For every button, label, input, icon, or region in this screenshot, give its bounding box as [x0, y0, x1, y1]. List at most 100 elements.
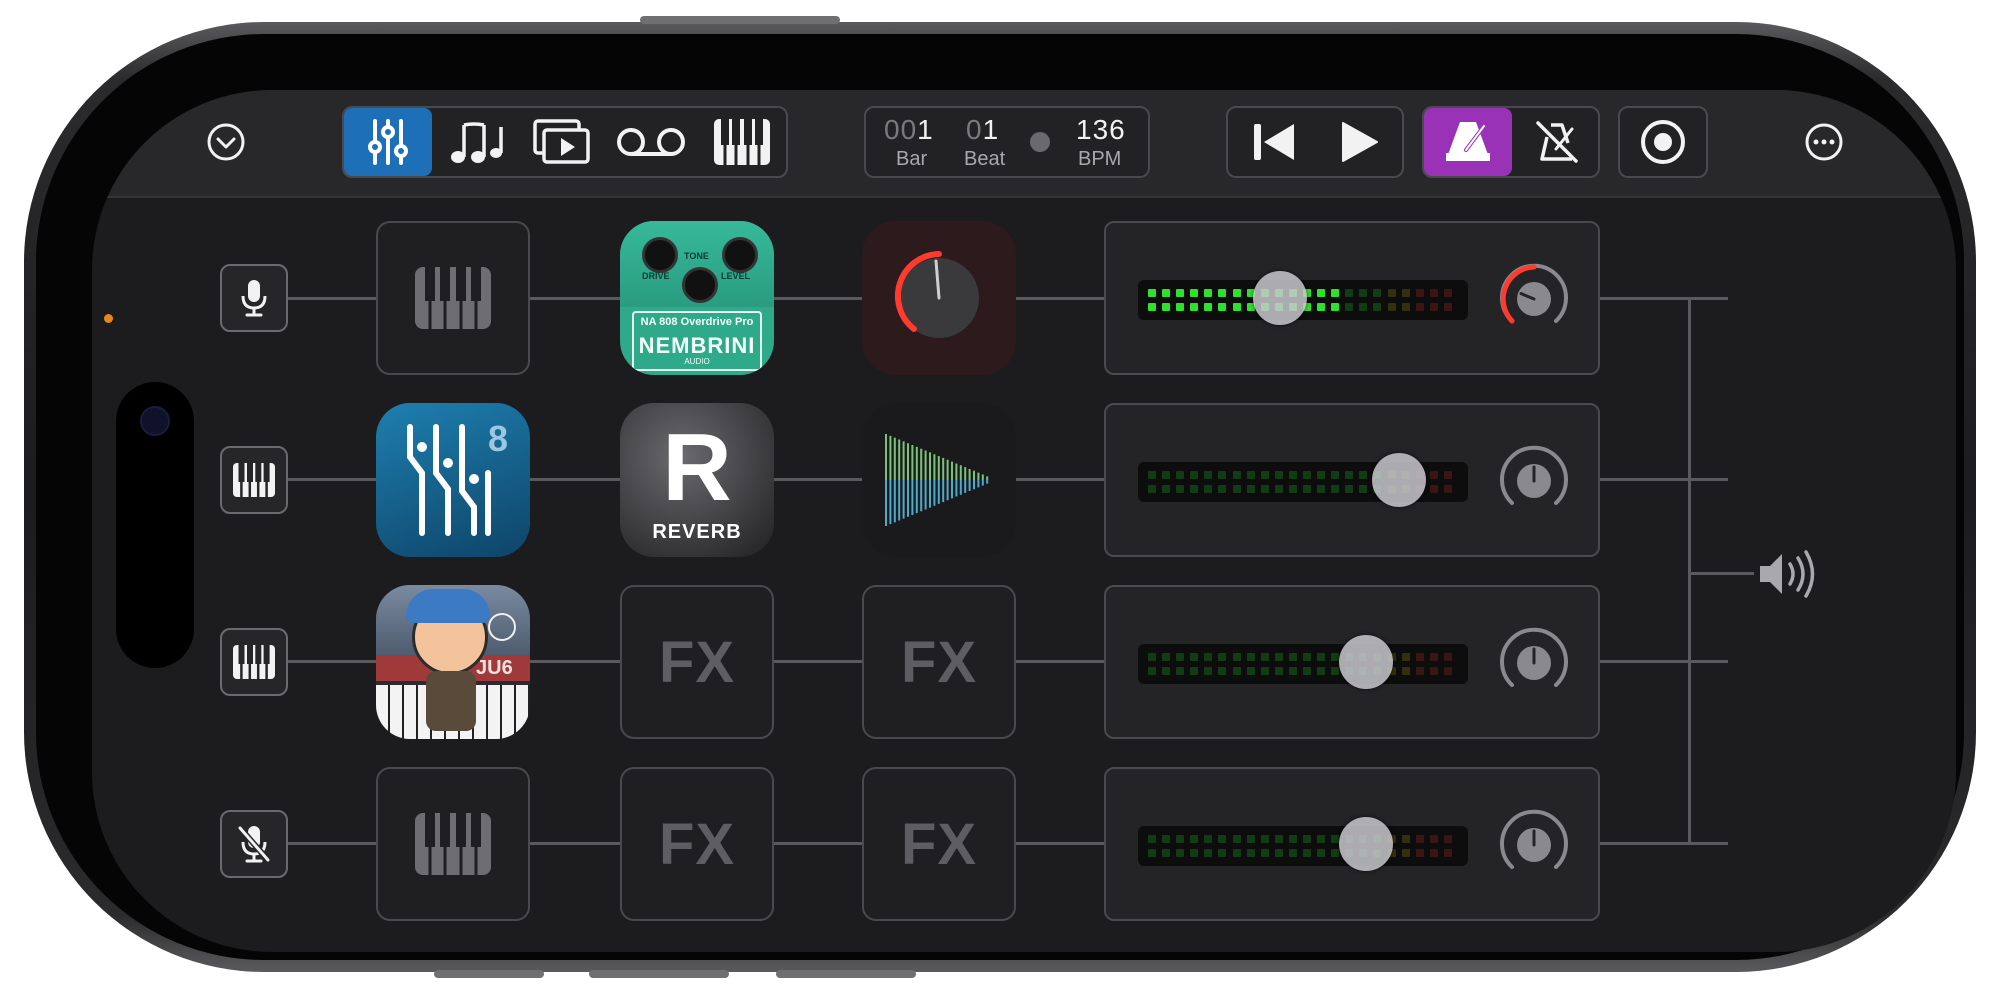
- overdrive-brand-sub: AUDIO: [684, 357, 710, 366]
- meter-segment: [1288, 471, 1297, 479]
- meter-segment: [1401, 849, 1410, 857]
- track-4-pan-knob[interactable]: [1496, 807, 1572, 888]
- track-2-instrument-synth8[interactable]: 8: [376, 403, 530, 557]
- drive-label: DRIVE: [642, 271, 670, 281]
- metronome-mute-button[interactable]: [1516, 108, 1598, 176]
- track-3-level-meter: [1138, 644, 1468, 684]
- meter-segment: [1317, 849, 1326, 857]
- metronome-button[interactable]: [1424, 108, 1512, 176]
- rewind-button[interactable]: [1234, 108, 1314, 176]
- track-3-pan-knob[interactable]: [1496, 625, 1572, 706]
- track-3-input-button[interactable]: [220, 628, 288, 696]
- meter-segment: [1345, 289, 1354, 297]
- meter-segment: [1429, 471, 1438, 479]
- meter-segment: [1204, 653, 1213, 661]
- sliders-icon: [368, 119, 408, 165]
- meter-segment: [1401, 303, 1410, 311]
- track-2-pan-knob[interactable]: [1496, 443, 1572, 524]
- bpm-label: BPM: [1078, 148, 1122, 170]
- track-1-fx1-overdrive[interactable]: TONE DRIVE LEVEL NA 808 Overdrive Pro NE…: [620, 221, 774, 375]
- meter-segment: [1429, 667, 1438, 675]
- media-view-button[interactable]: [520, 108, 604, 176]
- track-3-instrument-ju6[interactable]: JU6: [376, 585, 530, 739]
- meter-segment: [1401, 289, 1410, 297]
- track-4-mixer-strip: [1104, 767, 1600, 921]
- view-switcher: [342, 106, 788, 178]
- track-3-fx2-slot[interactable]: FX: [862, 585, 1016, 739]
- track-3-fx1-slot[interactable]: FX: [620, 585, 774, 739]
- meter-segment: [1415, 653, 1424, 661]
- track-4-fx1-slot[interactable]: FX: [620, 767, 774, 921]
- track-4-volume-fader[interactable]: [1338, 817, 1393, 871]
- record-icon: [1641, 120, 1685, 164]
- meter-segment: [1429, 289, 1438, 297]
- meter-segment: [1303, 849, 1311, 857]
- meter-segment: [1176, 289, 1185, 297]
- track-1-fx2-knob-plugin[interactable]: [862, 221, 1016, 375]
- meter-segment: [1218, 289, 1227, 297]
- bottom-button-1: [434, 970, 544, 978]
- meter-segment: [1260, 849, 1269, 857]
- piano-keys-icon: [415, 267, 491, 329]
- track-1-input-button[interactable]: [220, 264, 288, 332]
- more-button[interactable]: [1804, 122, 1844, 162]
- track-2-volume-fader[interactable]: [1371, 453, 1426, 507]
- pan-knob-icon: [1500, 263, 1568, 324]
- position-counter[interactable]: 001 Bar 01 Beat 136 BPM: [864, 106, 1150, 178]
- meter-segment: [1401, 835, 1410, 843]
- record-box: [1618, 106, 1708, 178]
- speaker-icon: [1760, 550, 1815, 598]
- track-2-fx1-reverb[interactable]: R REVERB: [620, 403, 774, 557]
- track-2-input-button[interactable]: [220, 446, 288, 514]
- meter-segment: [1443, 303, 1452, 311]
- track-4-instrument-slot[interactable]: [376, 767, 530, 921]
- tape-view-button[interactable]: [606, 108, 696, 176]
- play-button[interactable]: [1318, 108, 1402, 176]
- meter-segment: [1288, 835, 1297, 843]
- meter-segment: [1218, 653, 1227, 661]
- meter-segment: [1331, 849, 1340, 857]
- meter-segment: [1317, 471, 1326, 479]
- meter-segment: [1148, 289, 1156, 297]
- meter-segment: [1303, 835, 1311, 843]
- meter-segment: [1274, 849, 1283, 857]
- meter-segment: [1246, 485, 1255, 493]
- bpm-value: 136: [1076, 114, 1126, 145]
- meter-segment: [1429, 303, 1438, 311]
- track-2-fx2-wave-plugin[interactable]: [862, 403, 1016, 557]
- beat-indicator: [1030, 132, 1050, 152]
- metronome-muted-icon: [1536, 121, 1578, 163]
- track-3-mixer-strip: [1104, 585, 1600, 739]
- bus-to-output: [1688, 572, 1754, 575]
- track-4-fx2-slot[interactable]: FX: [862, 767, 1016, 921]
- meter-segment: [1176, 849, 1185, 857]
- piano-keys-icon: [415, 813, 491, 875]
- track-1-instrument-slot[interactable]: [376, 221, 530, 375]
- meter-segment: [1415, 835, 1424, 843]
- mixer-view-button[interactable]: [344, 108, 432, 176]
- meter-segment: [1274, 667, 1283, 675]
- keyboard-view-button[interactable]: [698, 108, 786, 176]
- bottom-button-2: [589, 970, 729, 978]
- meter-segment: [1162, 289, 1171, 297]
- notes-view-button[interactable]: [436, 108, 516, 176]
- meter-segment: [1415, 667, 1424, 675]
- track-1-pan-knob[interactable]: [1496, 261, 1572, 342]
- play-icon: [1342, 122, 1378, 162]
- meter-segment: [1246, 835, 1255, 843]
- meter-segment: [1232, 653, 1241, 661]
- video-stack-icon: [533, 119, 590, 164]
- meter-segment: [1401, 667, 1410, 675]
- overdrive-title: NA 808 Overdrive Pro: [640, 316, 754, 328]
- meter-segment: [1148, 303, 1156, 311]
- meter-segment: [1232, 303, 1241, 311]
- track-1-volume-fader[interactable]: [1252, 271, 1307, 325]
- synth8-digit: 8: [488, 418, 508, 459]
- menu-button[interactable]: [206, 122, 246, 162]
- ellipsis-circle-icon: [1805, 123, 1843, 161]
- tape-reel-icon: [617, 128, 685, 156]
- record-button[interactable]: [1620, 108, 1706, 176]
- track-3-volume-fader[interactable]: [1338, 635, 1393, 689]
- track-4-input-button[interactable]: [220, 810, 288, 878]
- output-button[interactable]: [1756, 546, 1822, 602]
